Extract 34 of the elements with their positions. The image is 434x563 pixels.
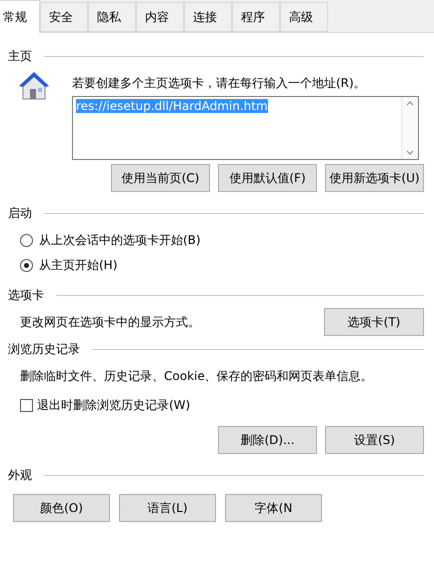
section-title: 外观 xyxy=(8,466,32,484)
tabs-description: 更改网页在选项卡中的显示方式。 xyxy=(20,314,200,330)
checkbox[interactable] xyxy=(20,399,33,412)
tab[interactable]: 内容 xyxy=(136,2,184,32)
section-title: 浏览历史记录 xyxy=(8,340,80,358)
radio-label: 从上次会话中的选项卡开始(B) xyxy=(39,232,201,249)
tabs-button[interactable]: 选项卡(T) xyxy=(324,308,424,336)
scrollbar[interactable] xyxy=(401,97,418,159)
radio-label: 从主页开始(H) xyxy=(39,257,118,274)
home-page-button[interactable]: 使用新选项卡(U) xyxy=(325,164,424,192)
home-page-hint: 若要创建多个主页选项卡，请在每行输入一个地址(R)。 xyxy=(72,75,367,92)
tab[interactable]: 连接 xyxy=(184,2,232,32)
radio-button[interactable] xyxy=(20,234,33,247)
appearance-button[interactable]: 颜色(O) xyxy=(13,494,110,522)
section-title: 主页 xyxy=(8,48,32,64)
history-button[interactable]: 删除(D)... xyxy=(218,426,317,454)
tab[interactable]: 高级 xyxy=(280,2,328,32)
house-icon xyxy=(18,71,50,101)
history-button[interactable]: 设置(S) xyxy=(325,426,424,454)
tab[interactable]: 常规 xyxy=(0,0,40,33)
radio-button[interactable] xyxy=(20,259,33,272)
history-description: 删除临时文件、历史记录、Cookie、保存的密码和网页表单信息。 xyxy=(20,368,373,385)
home-page-button[interactable]: 使用默认值(F) xyxy=(218,164,317,192)
section-title: 选项卡 xyxy=(8,286,44,304)
scroll-down-icon[interactable] xyxy=(406,150,414,155)
home-page-button[interactable]: 使用当前页(C) xyxy=(111,164,210,192)
appearance-button[interactable]: 语言(L) xyxy=(119,494,216,522)
tab[interactable]: 程序 xyxy=(232,2,280,32)
checkbox-label: 退出时删除浏览历史记录(W) xyxy=(37,397,190,414)
tab[interactable]: 隐私 xyxy=(88,2,136,32)
section-title: 启动 xyxy=(8,204,32,222)
scroll-up-icon[interactable] xyxy=(406,101,414,106)
tab[interactable]: 安全 xyxy=(40,2,88,32)
appearance-button[interactable]: 字体(N xyxy=(225,494,322,522)
